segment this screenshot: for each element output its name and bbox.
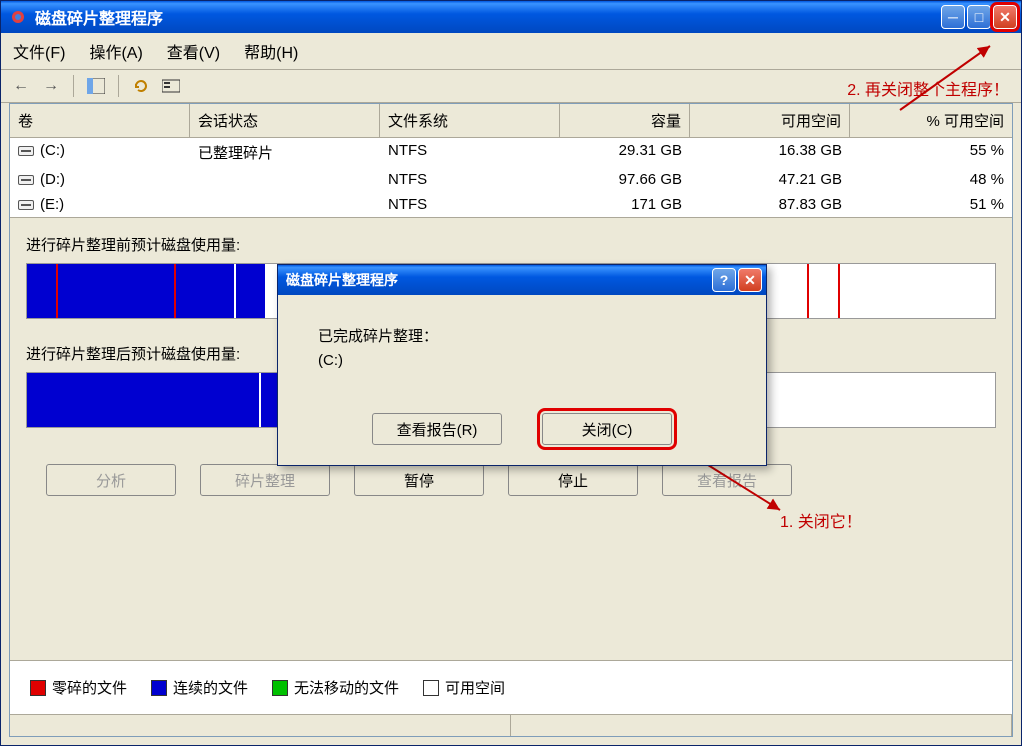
cell-fs: NTFS: [380, 140, 560, 165]
header-filesystem[interactable]: 文件系统: [380, 104, 560, 137]
drive-icon: [18, 175, 34, 185]
window-title: 磁盘碎片整理程序: [31, 5, 941, 29]
cell-capacity: 29.31 GB: [560, 140, 690, 165]
swatch-red: [30, 680, 46, 696]
cell-free: 47.21 GB: [690, 169, 850, 190]
pause-button[interactable]: 暂停: [354, 464, 484, 496]
volume-table: 卷 会话状态 文件系统 容量 可用空间 % 可用空间 (C:) 已整理碎片 NT…: [10, 104, 1012, 218]
cell-fs: NTFS: [380, 194, 560, 215]
properties-icon[interactable]: [159, 74, 183, 98]
legend-unmovable: 无法移动的文件: [272, 677, 399, 698]
menu-help[interactable]: 帮助(H): [244, 39, 298, 63]
dialog-message-line1: 已完成碎片整理：: [318, 325, 726, 349]
toolbar-separator: [73, 75, 74, 97]
minimize-button[interactable]: ─: [941, 5, 965, 29]
toolbar-separator: [118, 75, 119, 97]
swatch-white: [423, 680, 439, 696]
header-free[interactable]: 可用空间: [690, 104, 850, 137]
header-pct[interactable]: % 可用空间: [850, 104, 1012, 137]
header-capacity[interactable]: 容量: [560, 104, 690, 137]
cell-status: [190, 194, 380, 215]
app-icon: [9, 8, 27, 26]
analyze-button[interactable]: 分析: [46, 464, 176, 496]
legend: 零碎的文件 连续的文件 无法移动的文件 可用空间: [10, 660, 1012, 714]
swatch-blue: [151, 680, 167, 696]
titlebar: 磁盘碎片整理程序 ─ □ ✕: [1, 1, 1021, 33]
cell-volume: (E:): [40, 196, 64, 213]
cell-pct: 48 %: [850, 169, 1012, 190]
table-header: 卷 会话状态 文件系统 容量 可用空间 % 可用空间: [10, 104, 1012, 138]
view-report-button[interactable]: 查看报告(R): [372, 413, 502, 445]
dialog-message-line2: (C:): [318, 349, 726, 373]
dialog-body: 已完成碎片整理： (C:): [278, 295, 766, 397]
refresh-icon[interactable]: [129, 74, 153, 98]
view-panel-icon[interactable]: [84, 74, 108, 98]
maximize-button[interactable]: □: [967, 5, 991, 29]
drive-icon: [18, 200, 34, 210]
cell-free: 16.38 GB: [690, 140, 850, 165]
cell-free: 87.83 GB: [690, 194, 850, 215]
drive-icon: [18, 146, 34, 156]
menubar: 文件(F) 操作(A) 查看(V) 帮助(H): [1, 33, 1021, 70]
stop-button[interactable]: 停止: [508, 464, 638, 496]
dialog-button-row: 查看报告(R) 关闭(C): [278, 397, 766, 465]
table-body: (C:) 已整理碎片 NTFS 29.31 GB 16.38 GB 55 % (…: [10, 138, 1012, 217]
dialog-close-button[interactable]: ✕: [738, 268, 762, 292]
swatch-green: [272, 680, 288, 696]
close-dialog-button[interactable]: 关闭(C): [542, 413, 672, 445]
table-row[interactable]: (C:) 已整理碎片 NTFS 29.31 GB 16.38 GB 55 %: [10, 138, 1012, 167]
cell-pct: 55 %: [850, 140, 1012, 165]
back-icon[interactable]: ←: [9, 74, 33, 98]
cell-status: 已整理碎片: [190, 140, 380, 165]
before-label: 进行碎片整理前预计磁盘使用量:: [26, 234, 996, 255]
toolbar: ← → 2. 再关闭整个主程序！: [1, 70, 1021, 103]
menu-file[interactable]: 文件(F): [13, 39, 65, 63]
cell-volume: (D:): [40, 171, 65, 188]
cell-pct: 51 %: [850, 194, 1012, 215]
menu-view[interactable]: 查看(V): [167, 39, 220, 63]
close-button[interactable]: ✕: [993, 5, 1017, 29]
table-row[interactable]: (D:) NTFS 97.66 GB 47.21 GB 48 %: [10, 167, 1012, 192]
legend-free: 可用空间: [423, 677, 505, 698]
annotation-2: 2. 再关闭整个主程序！: [847, 76, 1009, 100]
header-status[interactable]: 会话状态: [190, 104, 380, 137]
cell-volume: (C:): [40, 142, 65, 159]
cell-status: [190, 169, 380, 190]
help-button[interactable]: ?: [712, 268, 736, 292]
cell-capacity: 97.66 GB: [560, 169, 690, 190]
defrag-button[interactable]: 碎片整理: [200, 464, 330, 496]
menu-action[interactable]: 操作(A): [89, 39, 142, 63]
dialog-title: 磁盘碎片整理程序: [282, 270, 712, 290]
cell-capacity: 171 GB: [560, 194, 690, 215]
statusbar: [10, 714, 1012, 736]
dialog-titlebar: 磁盘碎片整理程序 ? ✕: [278, 265, 766, 295]
header-volume[interactable]: 卷: [10, 104, 190, 137]
table-row[interactable]: (E:) NTFS 171 GB 87.83 GB 51 %: [10, 192, 1012, 217]
forward-icon[interactable]: →: [39, 74, 63, 98]
report-button[interactable]: 查看报告: [662, 464, 792, 496]
cell-fs: NTFS: [380, 169, 560, 190]
legend-fragmented: 零碎的文件: [30, 677, 127, 698]
legend-contiguous: 连续的文件: [151, 677, 248, 698]
completion-dialog: 磁盘碎片整理程序 ? ✕ 已完成碎片整理： (C:) 查看报告(R) 关闭(C): [277, 264, 767, 466]
